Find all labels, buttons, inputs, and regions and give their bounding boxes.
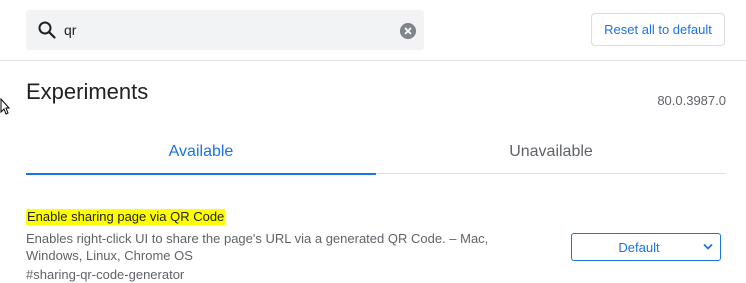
- search-icon: [38, 21, 56, 39]
- cursor-icon: [0, 98, 10, 115]
- select-value: Default: [618, 240, 660, 255]
- chevron-down-icon: [703, 243, 713, 250]
- experiment-state-select[interactable]: Default: [571, 233, 721, 261]
- experiment-link[interactable]: #sharing-qr-code-generator: [26, 266, 184, 283]
- version-label: 80.0.3987.0: [657, 93, 726, 108]
- tab-available[interactable]: Available: [26, 130, 376, 175]
- page-title: Experiments: [26, 79, 149, 104]
- experiment-title: Enable sharing page via QR Code: [26, 209, 226, 225]
- experiment-description: Enables right-click UI to share the page…: [26, 231, 489, 263]
- search-box[interactable]: [26, 10, 424, 50]
- tab-unavailable[interactable]: Unavailable: [376, 130, 726, 174]
- header: Reset all to default: [0, 0, 746, 61]
- search-input[interactable]: [64, 10, 384, 50]
- clear-icon[interactable]: [400, 23, 416, 39]
- reset-all-button[interactable]: Reset all to default: [591, 13, 725, 46]
